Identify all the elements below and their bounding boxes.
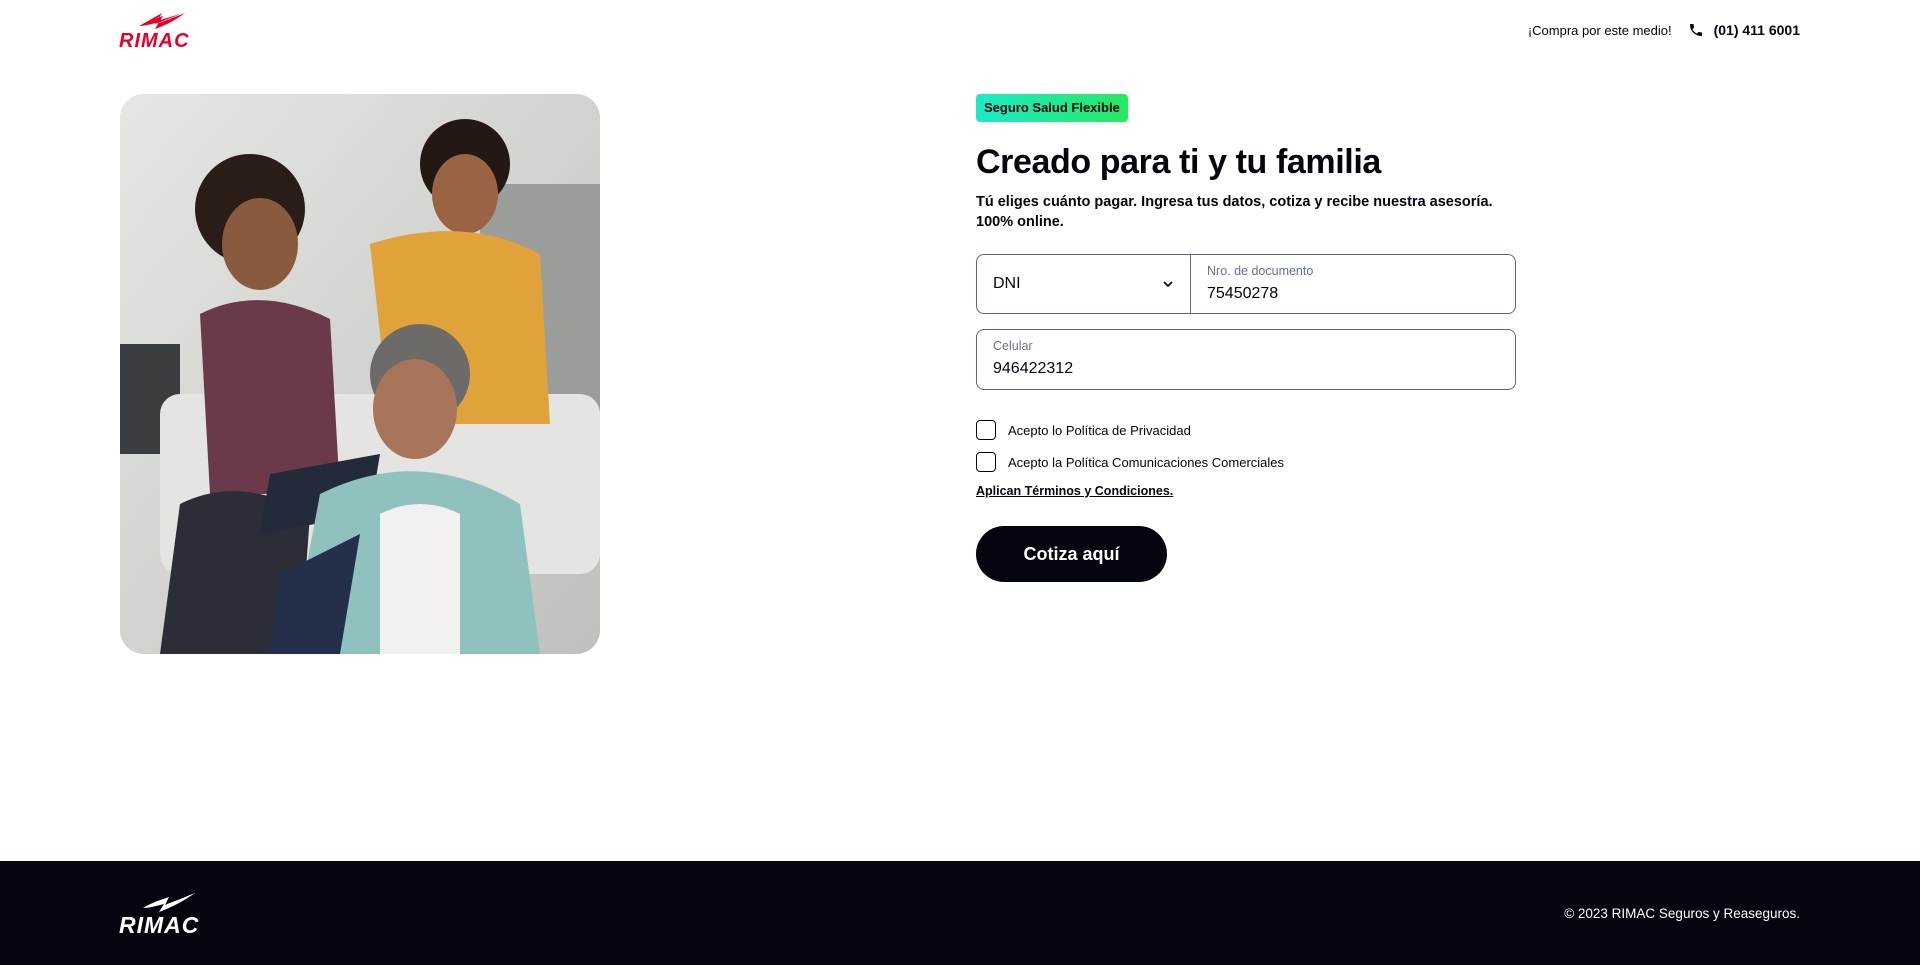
- phone-link[interactable]: (01) 411 6001: [1688, 22, 1800, 38]
- family-photo: [120, 94, 600, 654]
- privacy-policy-checkbox[interactable]: [976, 420, 996, 440]
- cellphone-input[interactable]: 946422312: [993, 360, 1499, 378]
- quote-submit-button[interactable]: Cotiza aquí: [976, 526, 1167, 582]
- commercial-policy-checkbox-row[interactable]: Acepto la Política Comunicaciones Comerc…: [976, 452, 1284, 472]
- cellphone-field-wrapper: Celular 946422312: [976, 329, 1516, 390]
- document-type-value: DNI: [993, 275, 1021, 292]
- quote-form: Seguro Salud Flexible Creado para ti y t…: [976, 94, 1516, 582]
- site-header: RIMAC ¡Compra por este medio! (01) 411 6…: [0, 0, 1920, 60]
- commercial-policy-checkbox[interactable]: [976, 452, 996, 472]
- svg-text:RIMAC: RIMAC: [119, 30, 190, 51]
- site-footer: RIMAC © 2023 RIMAC Seguros y Reaseguros.: [0, 861, 1920, 965]
- rimac-logo-white-icon: RIMAC: [119, 893, 199, 937]
- document-number-input[interactable]: 75450278: [1207, 285, 1499, 303]
- commercial-policy-label: Acepto la Política Comunicaciones Comerc…: [1008, 454, 1285, 470]
- copyright-text: © 2023 RIMAC Seguros y Reaseguros.: [1564, 906, 1800, 921]
- svg-text:RIMAC: RIMAC: [119, 912, 199, 937]
- document-type-select[interactable]: DNI: [977, 255, 1191, 313]
- terms-link[interactable]: Aplican Términos y Condiciones.: [976, 484, 1173, 498]
- rimac-logo-icon: RIMAC: [119, 13, 190, 51]
- page-title: Creado para ti y tu familia: [976, 143, 1381, 181]
- page-subtitle: Tú eliges cuánto pagar. Ingresa tus dato…: [976, 194, 1493, 230]
- buy-channel-text: ¡Compra por este medio!: [1527, 22, 1672, 38]
- product-badge: Seguro Salud Flexible: [976, 94, 1128, 122]
- cellphone-field[interactable]: Celular 946422312: [977, 330, 1515, 389]
- rimac-logo[interactable]: RIMAC: [119, 11, 195, 51]
- family-photo-illustration: [120, 94, 600, 654]
- document-fields: DNI Nro. de documento 75450278: [976, 254, 1516, 314]
- phone-number: (01) 411 6001: [1713, 22, 1800, 38]
- footer-rimac-logo[interactable]: RIMAC: [119, 891, 207, 937]
- document-number-label: Nro. de documento: [1207, 264, 1314, 278]
- document-number-field[interactable]: Nro. de documento 75450278: [1191, 255, 1515, 313]
- cellphone-label: Celular: [993, 339, 1033, 353]
- header-contact: ¡Compra por este medio! (01) 411 6001: [1528, 0, 1800, 60]
- chevron-down-icon: [1163, 281, 1173, 287]
- privacy-policy-checkbox-row[interactable]: Acepto lo Política de Privacidad: [976, 420, 1191, 440]
- phone-icon: [1689, 24, 1702, 36]
- privacy-policy-label: Acepto lo Política de Privacidad: [1008, 422, 1191, 438]
